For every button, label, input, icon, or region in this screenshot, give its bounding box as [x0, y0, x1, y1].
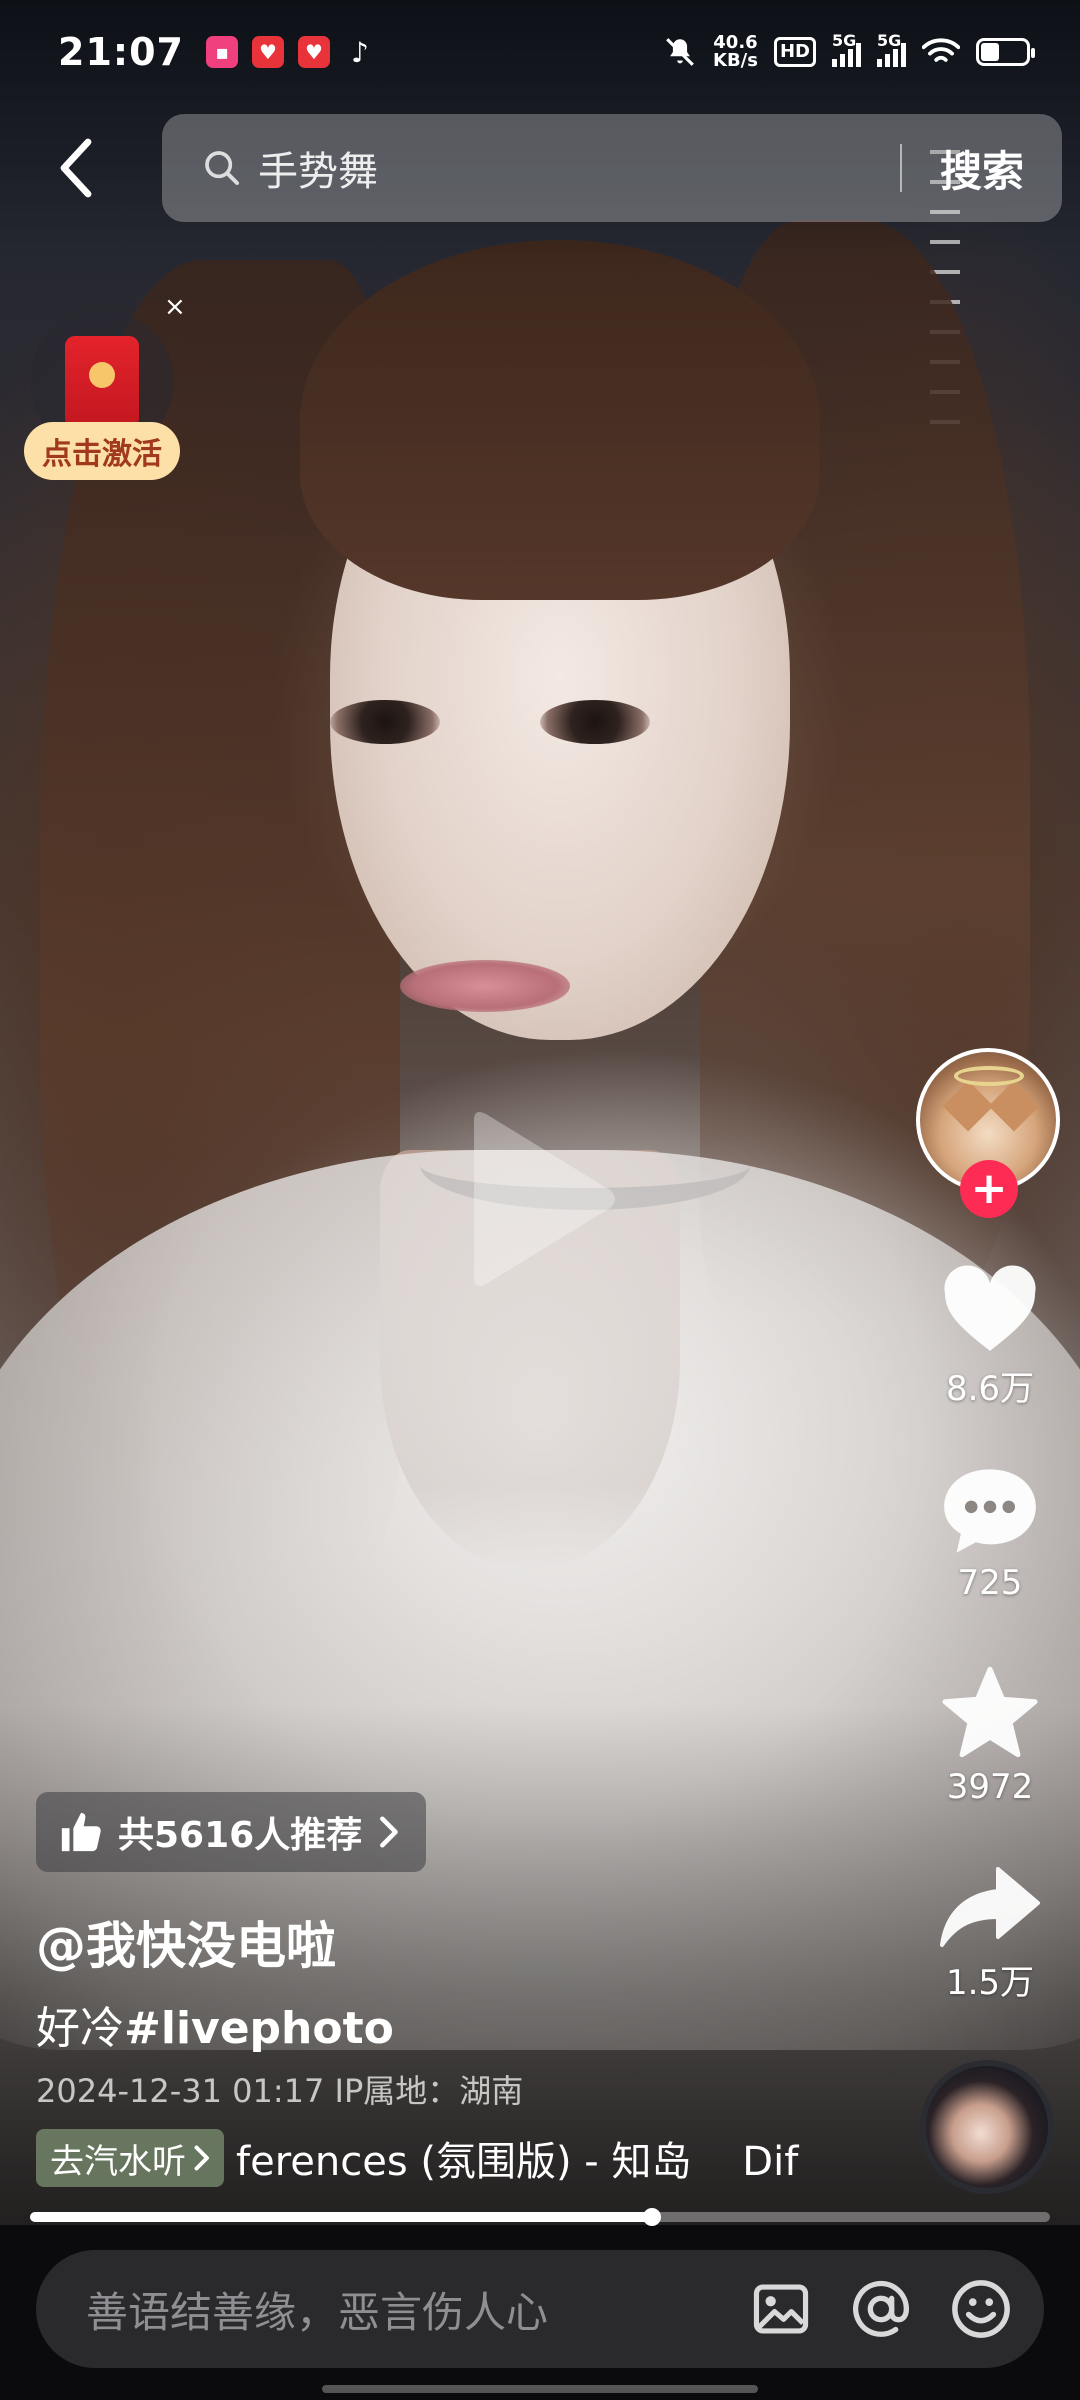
comment-input-bar[interactable]: 善语结善缘，恶言伤人心: [36, 2250, 1044, 2368]
network-speed: 40.6 KB/s: [713, 34, 758, 70]
share-button[interactable]: 1.5万: [900, 1865, 1080, 2004]
video-progress-bar[interactable]: [30, 2208, 1050, 2226]
favorite-count: 3972: [946, 1767, 1034, 1807]
recommend-count-text: 共5616人推荐: [118, 1815, 363, 1856]
video-screen: 21:07 ▪ ♥ ♥ ♪ 40.6 KB/s HD 5G 5G 手势舞 搜索 …: [0, 0, 1080, 2400]
app-notification-icon: ▪: [205, 36, 238, 68]
search-bar[interactable]: 手势舞 搜索: [162, 114, 1062, 222]
heart-app-notification-icon: ♥: [251, 36, 284, 68]
emoji-icon: [952, 2280, 1010, 2338]
caption-hashtag[interactable]: #livephoto: [124, 2003, 394, 2054]
avatar-halo: [954, 1066, 1024, 1086]
play-button[interactable]: [462, 1106, 622, 1292]
caption-text: 好冷: [36, 2003, 124, 2054]
author-name[interactable]: @我快没电啦: [36, 1906, 336, 1978]
music-disc-button[interactable]: [920, 2060, 1054, 2194]
comment-input[interactable]: 善语结善缘，恶言伤人心: [86, 2279, 724, 2340]
emoji-button[interactable]: [938, 2266, 1024, 2352]
video-content-eye-left: [330, 700, 440, 744]
image-icon: [753, 2284, 809, 2334]
heart-app-notification-icon: ♥: [297, 36, 330, 68]
at-sign-icon: [853, 2280, 910, 2337]
video-content-lips: [400, 960, 570, 1012]
avatar-cat-ear: [942, 1080, 994, 1132]
post-meta: 2024-12-31 01:17 IP属地：湖南: [36, 2072, 524, 2110]
comment-count: 725: [957, 1563, 1023, 1603]
red-envelope-icon: [65, 336, 139, 428]
hd-voice-badge: HD: [773, 37, 816, 67]
video-content-eye-right: [540, 700, 650, 744]
play-icon: [474, 1112, 615, 1286]
favorite-button[interactable]: 3972: [900, 1665, 1080, 1807]
home-indicator[interactable]: [322, 2385, 758, 2393]
star-icon: [942, 1666, 1038, 1758]
search-input[interactable]: 手势舞: [258, 139, 900, 197]
video-progress-fill: [30, 2212, 653, 2222]
share-count: 1.5万: [945, 1963, 1035, 2003]
chevron-right-icon: [194, 2145, 209, 2171]
avatar-cat-ear: [988, 1080, 1040, 1132]
back-button[interactable]: [40, 120, 112, 216]
like-count: 8.6万: [945, 1369, 1035, 1409]
red-packet-close-button[interactable]: ×: [164, 294, 186, 320]
signal-network-label: 5G: [877, 31, 902, 50]
battery-icon: [976, 38, 1035, 66]
follow-button[interactable]: +: [960, 1160, 1018, 1218]
status-bar: 21:07 ▪ ♥ ♥ ♪ 40.6 KB/s HD 5G 5G: [0, 0, 1080, 104]
chevron-right-icon: [380, 1816, 399, 1848]
search-button[interactable]: 搜索: [902, 138, 1062, 199]
mute-bell-icon: [666, 38, 694, 66]
video-caption: 好冷#livephoto: [36, 1992, 394, 2056]
search-icon: [205, 151, 239, 185]
status-time: 21:07: [58, 30, 184, 74]
signal-icon: 5G: [832, 31, 861, 67]
tiktok-notification-icon: ♪: [351, 35, 369, 69]
notification-icons: ▪ ♥ ♥ ♪: [205, 35, 376, 69]
red-packet-widget[interactable]: × 点击激活: [24, 294, 186, 480]
wifi-icon: [922, 38, 960, 62]
mention-button[interactable]: [838, 2266, 924, 2352]
chevron-left-icon: [60, 138, 92, 198]
like-button[interactable]: 8.6万: [900, 1265, 1080, 1410]
listen-in-app-button[interactable]: 去汽水听: [36, 2129, 224, 2187]
thumbs-up-icon: [61, 1812, 101, 1852]
video-content-bangs: [300, 240, 820, 600]
signal-icon: 5G: [877, 31, 906, 67]
network-speed-unit: KB/s: [713, 50, 758, 71]
red-packet-activate-button[interactable]: 点击激活: [24, 422, 180, 480]
listen-in-app-label: 去汽水听: [50, 2141, 186, 2182]
comment-button[interactable]: 725: [900, 1465, 1080, 1603]
image-button[interactable]: [738, 2266, 824, 2352]
status-indicators: 40.6 KB/s HD 5G 5G: [663, 31, 1035, 70]
music-row[interactable]: 去汽水听 ferences (氛围版) - 知岛 Dif: [36, 2128, 816, 2188]
heart-icon: [944, 1265, 1036, 1351]
comment-bubble-icon: [944, 1469, 1036, 1553]
share-arrow-icon: [940, 1867, 1040, 1947]
battery-level: [981, 43, 999, 61]
recommend-chip[interactable]: 共5616人推荐: [36, 1792, 427, 1872]
music-title: ferences (氛围版) - 知岛 Dif: [236, 2139, 799, 2185]
signal-network-label: 5G: [832, 31, 857, 50]
